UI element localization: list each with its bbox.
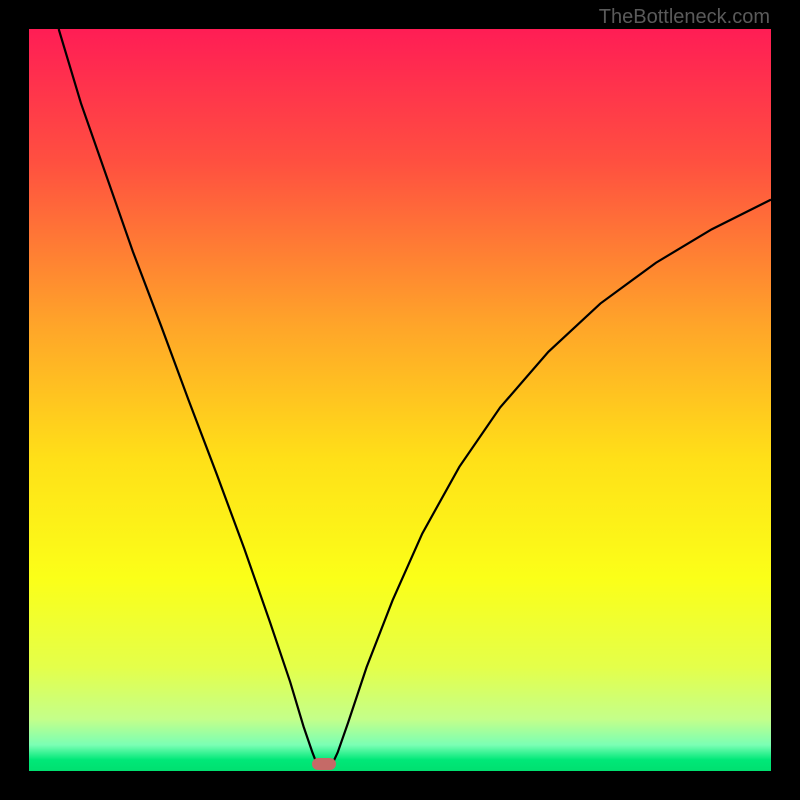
bottleneck-curve: [59, 29, 771, 765]
chart-frame: TheBottleneck.com: [0, 0, 800, 800]
minimum-marker: [312, 758, 336, 770]
plot-area: [29, 29, 771, 771]
curve-layer: [29, 29, 771, 771]
watermark-text: TheBottleneck.com: [599, 6, 770, 29]
